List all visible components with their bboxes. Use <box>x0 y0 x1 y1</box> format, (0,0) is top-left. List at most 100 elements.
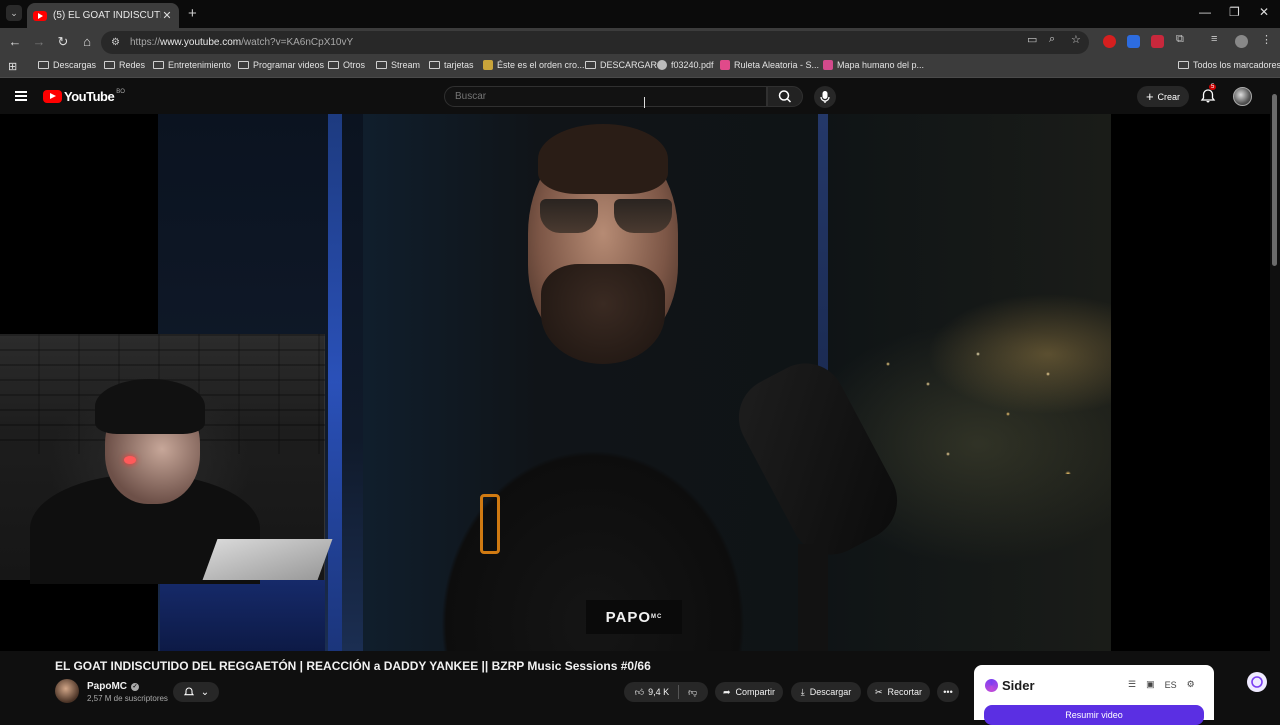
search-box <box>444 86 804 107</box>
notifications-button[interactable]: 5 <box>1199 84 1217 105</box>
bookmark-item[interactable]: Redes <box>104 60 145 70</box>
extension-mx-icon[interactable] <box>1151 35 1164 48</box>
microphone-icon <box>820 91 830 103</box>
clip-button[interactable]: ✂ Recortar <box>867 682 930 702</box>
apps-grid-icon[interactable]: ⊞ <box>8 60 17 73</box>
cast-icon[interactable]: ▭ <box>1027 33 1037 46</box>
more-menu-icon[interactable]: ⋮ <box>1261 33 1272 46</box>
share-label: Compartir <box>735 687 776 697</box>
like-dislike-group: 👍︎ 9,4 K 👎︎ <box>624 682 708 702</box>
bookmark-item[interactable]: f03240.pdf <box>657 60 714 70</box>
bookmark-item[interactable]: Programar videos <box>238 60 324 70</box>
bookmark-star-icon[interactable]: ☆ <box>1071 33 1081 46</box>
forward-icon[interactable]: → <box>31 34 47 49</box>
restore-icon[interactable]: ❐ <box>1229 5 1240 19</box>
bookmark-item[interactable]: DESCARGAR <box>585 60 657 70</box>
headset-led <box>124 456 136 464</box>
sider-settings-icon[interactable]: ⚙ <box>1187 679 1195 690</box>
bookmark-label: Ruleta Aleatoria - S... <box>734 60 820 70</box>
search-icon <box>778 90 792 103</box>
youtube-logo[interactable]: YouTube BO <box>43 89 125 104</box>
channel-name-link[interactable]: PapoMC ✓ <box>87 681 139 692</box>
streamer-hair <box>538 124 668 194</box>
bookmark-item[interactable]: Mapa humano del p... <box>823 60 924 70</box>
media-controls-icon[interactable]: ≡ <box>1211 33 1217 45</box>
like-count: 9,4 K <box>648 687 670 697</box>
share-button[interactable]: ➦ Compartir <box>715 682 783 702</box>
translate-extension-icon[interactable] <box>1127 35 1140 48</box>
youtube-play-logo-icon <box>43 90 62 103</box>
text-cursor-icon <box>644 97 648 108</box>
tab-title: (5) EL GOAT INDISCUTIDO DEL REGGAETÓN | … <box>53 10 161 21</box>
bookmark-label: Redes <box>119 60 146 70</box>
clip-label: Recortar <box>887 687 923 697</box>
watermark-sup: MC <box>651 614 663 620</box>
map-icon <box>823 60 833 70</box>
bookmark-item[interactable]: tarjetas <box>429 60 474 70</box>
extensions-puzzle-icon[interactable]: ⧉ <box>1176 33 1184 46</box>
sunglasses <box>538 199 674 235</box>
sider-grid-icon[interactable]: ▣ <box>1146 679 1155 690</box>
summarize-video-button[interactable]: Resumir video <box>984 705 1204 725</box>
bookmark-item[interactable]: Otros <box>328 60 365 70</box>
thumbs-down-icon: 👎︎ <box>688 686 698 697</box>
bookmark-item[interactable]: Entretenimiento <box>153 60 231 70</box>
download-button[interactable]: ⤓ Descargar <box>791 682 861 702</box>
like-button[interactable]: 👍︎ 9,4 K <box>635 687 669 698</box>
bookmark-item[interactable]: Descargas <box>38 60 96 70</box>
bookmark-label: Mapa humano del p... <box>837 60 925 70</box>
bookmark-label: Programar videos <box>253 60 325 70</box>
channel-avatar[interactable] <box>55 679 79 703</box>
sider-brain-icon <box>1251 676 1263 688</box>
sider-name: Sider <box>1002 678 1035 693</box>
extension-red-icon[interactable] <box>1103 35 1116 48</box>
search-input[interactable] <box>444 86 767 107</box>
thumbs-up-icon: 👍︎ <box>634 686 645 697</box>
globe-icon <box>657 60 667 70</box>
dislike-button[interactable]: 👎︎ <box>688 687 697 698</box>
active-tab[interactable]: (5) EL GOAT INDISCUTIDO DEL REGGAETÓN | … <box>27 3 179 28</box>
bookmark-item[interactable]: Stream <box>376 60 420 70</box>
sider-list-icon[interactable]: ☰ <box>1128 679 1136 690</box>
streamer-beard <box>541 264 665 364</box>
create-button[interactable]: + Crear <box>1137 86 1189 107</box>
bookmark-label: Éste es el orden cro... <box>497 60 585 70</box>
subscription-bell-button[interactable]: ⌄ <box>173 682 219 702</box>
search-button[interactable] <box>767 86 803 107</box>
all-bookmarks-label: Todos los marcadores <box>1193 60 1280 70</box>
account-avatar[interactable] <box>1233 87 1252 106</box>
address-bar[interactable]: ⚙ https://www.youtube.com/watch?v=KA6nCp… <box>101 31 1089 54</box>
tab-search-button[interactable]: ⌄ <box>6 5 22 21</box>
bookmark-label: DESCARGAR <box>600 60 658 70</box>
folder-icon <box>328 61 339 69</box>
page-scrollbar-thumb[interactable] <box>1272 94 1277 266</box>
reactor-cap <box>95 379 205 434</box>
zoom-icon[interactable]: ⌕ <box>1049 33 1055 46</box>
video-player[interactable]: PAPO MC <box>0 114 1270 651</box>
new-tab-button[interactable]: + <box>188 5 197 22</box>
create-label: Crear <box>1157 91 1181 102</box>
sider-floating-button[interactable] <box>1247 672 1267 692</box>
close-tab-icon[interactable]: ✕ <box>161 9 173 22</box>
youtube-header: YouTube BO + Crear 5 <box>0 78 1280 114</box>
bookmark-item[interactable]: Ruleta Aleatoria - S... <box>720 60 819 70</box>
minimize-icon[interactable]: — <box>1199 5 1211 19</box>
reload-icon[interactable]: ↻ <box>55 34 71 50</box>
profile-icon[interactable] <box>1235 35 1248 48</box>
sider-language[interactable]: ES <box>1165 680 1177 690</box>
bookmark-item[interactable]: Éste es el orden cro... <box>483 60 585 70</box>
all-bookmarks-folder[interactable]: Todos los marcadores <box>1178 60 1280 70</box>
close-window-icon[interactable]: ✕ <box>1259 5 1269 19</box>
like-divider <box>678 685 680 699</box>
share-arrow-icon: ➦ <box>722 686 731 697</box>
home-icon[interactable]: ⌂ <box>79 34 95 49</box>
more-actions-button[interactable]: ••• <box>937 682 959 702</box>
browser-toolbar: ← → ↻ ⌂ ⚙ https://www.youtube.com/watch?… <box>0 28 1280 56</box>
back-icon[interactable]: ← <box>7 34 23 49</box>
hamburger-menu-icon[interactable] <box>15 91 27 101</box>
voice-search-button[interactable] <box>814 86 836 108</box>
bookmark-label: Descargas <box>53 60 97 70</box>
channel-name: PapoMC <box>87 681 127 692</box>
site-info-icon[interactable]: ⚙ <box>111 37 120 48</box>
wheel-icon <box>720 60 730 70</box>
